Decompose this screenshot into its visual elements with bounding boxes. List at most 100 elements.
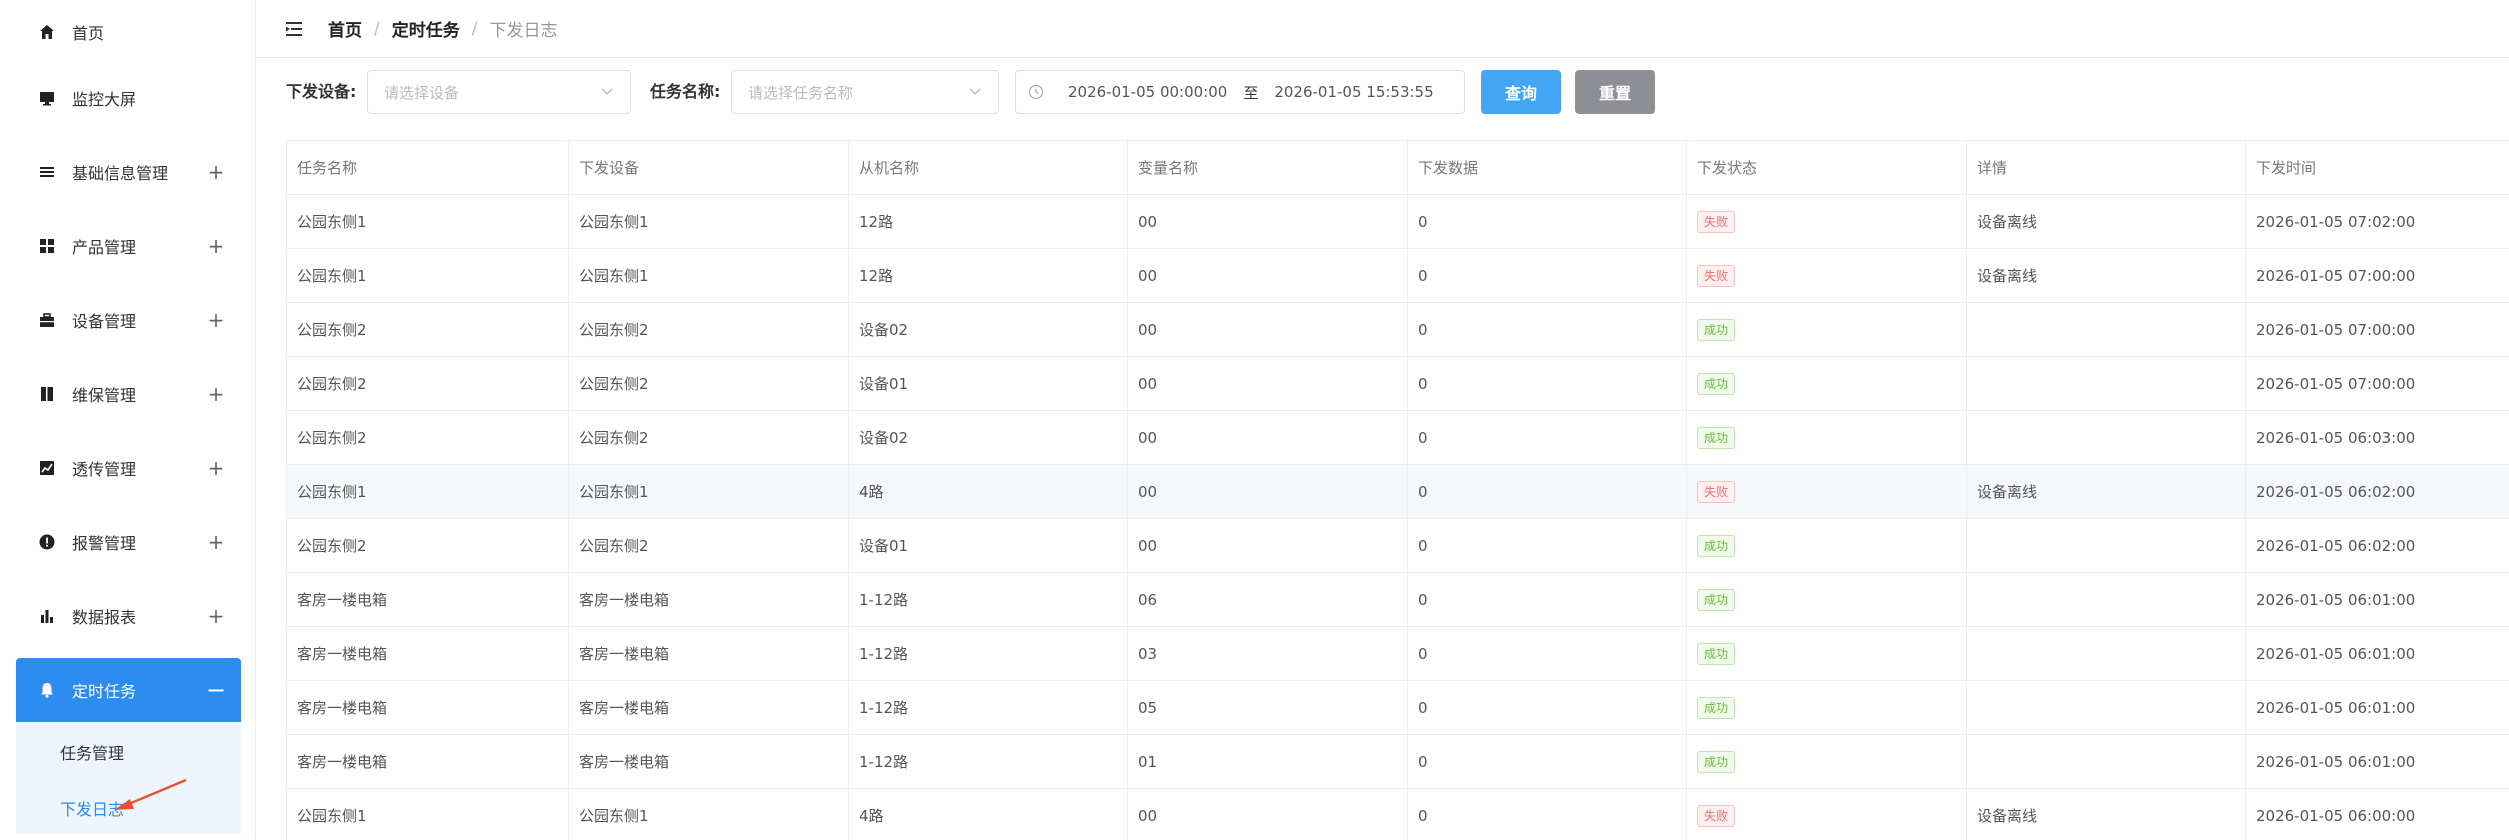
- expand-plus-icon[interactable]: +: [205, 308, 227, 332]
- cell-variable: 00: [1127, 194, 1408, 249]
- status-badge: 失败: [1697, 804, 1736, 827]
- cell-slave: 4路: [848, 464, 1128, 519]
- table-row[interactable]: 公园东侧2 公园东侧2 设备02 00 0 成功 2026-01-05 07:00:00: [286, 302, 2509, 357]
- sidebar-item-label: 数据报表: [72, 608, 137, 627]
- expand-plus-icon[interactable]: +: [205, 604, 227, 628]
- column-header: 从机名称: [848, 140, 1128, 195]
- column-header: 变量名称: [1127, 140, 1408, 195]
- table-row[interactable]: 客房一楼电箱 客房一楼电箱 1-12路 01 0 成功 2026-01-05 06:01:0…: [286, 734, 2509, 789]
- breadcrumb-section[interactable]: 定时任务: [392, 16, 460, 41]
- task-select-placeholder: 请选择任务名称: [748, 83, 854, 102]
- task-filter-label: 任务名称:: [650, 82, 721, 101]
- cell-time: 2026-01-05 06:02:00: [2245, 464, 2509, 519]
- date-start-input[interactable]: 2026-01-05 00:00:00: [1068, 83, 1227, 101]
- cell-task: 公园东侧2: [286, 410, 569, 465]
- expand-plus-icon[interactable]: +: [205, 530, 227, 554]
- cell-device: 客房一楼电箱: [568, 734, 849, 789]
- menu-toggle-icon[interactable]: [286, 19, 308, 39]
- collapse-minus-icon[interactable]: −: [205, 676, 227, 704]
- submenu-item-task-management[interactable]: 任务管理: [60, 740, 124, 764]
- sidebar-item-reports[interactable]: 数据报表 +: [16, 584, 241, 648]
- cell-status: 失败: [1686, 788, 1967, 840]
- sidebar-item-label: 产品管理: [72, 238, 137, 257]
- cell-data: 0: [1407, 356, 1687, 411]
- date-end-input[interactable]: 2026-01-05 15:53:55: [1274, 83, 1433, 101]
- cell-time: 2026-01-05 06:03:00: [2245, 410, 2509, 465]
- grid-icon: [36, 235, 58, 257]
- sidebar-item-label: 基础信息管理: [72, 164, 169, 183]
- cell-status: 成功: [1686, 302, 1967, 357]
- expand-plus-icon[interactable]: +: [205, 382, 227, 406]
- cell-variable: 00: [1127, 248, 1408, 303]
- sidebar-item-monitor[interactable]: 监控大屏: [16, 66, 241, 130]
- expand-plus-icon[interactable]: +: [205, 456, 227, 480]
- sidebar-item-maintenance[interactable]: 维保管理 +: [16, 362, 241, 426]
- table-row[interactable]: 公园东侧2 公园东侧2 设备01 00 0 成功 2026-01-05 07:00:00: [286, 356, 2509, 411]
- sidebar-item-products[interactable]: 产品管理 +: [16, 214, 241, 278]
- column-header: 下发时间: [2245, 140, 2509, 195]
- task-name-select[interactable]: 请选择任务名称: [731, 70, 999, 114]
- breadcrumb-home[interactable]: 首页: [328, 16, 362, 41]
- cell-data: 0: [1407, 680, 1687, 735]
- status-badge: 失败: [1697, 210, 1736, 233]
- cell-device: 客房一楼电箱: [568, 572, 849, 627]
- cell-time: 2026-01-05 07:02:00: [2245, 194, 2509, 249]
- device-filter-label: 下发设备:: [286, 82, 357, 101]
- sidebar-item-home[interactable]: 首页: [16, 0, 241, 64]
- cell-device: 公园东侧2: [568, 410, 849, 465]
- status-badge: 成功: [1697, 372, 1736, 395]
- cell-detail: [1966, 734, 2246, 789]
- cell-variable: 03: [1127, 626, 1408, 681]
- column-header: 下发数据: [1407, 140, 1687, 195]
- cell-variable: 00: [1127, 518, 1408, 573]
- table-row[interactable]: 公园东侧1 公园东侧1 12路 00 0 失败 设备离线 2026-01-05 07:00:0…: [286, 248, 2509, 303]
- sidebar-item-label: 报警管理: [72, 534, 137, 553]
- top-header: 首页 / 定时任务 / 下发日志: [256, 0, 2509, 58]
- cell-slave: 1-12路: [848, 680, 1128, 735]
- cell-variable: 00: [1127, 788, 1408, 840]
- cell-device: 公园东侧2: [568, 518, 849, 573]
- table-row[interactable]: 公园东侧1 公园东侧1 4路 00 0 失败 设备离线 2026-01-05 06:02:00: [286, 464, 2509, 519]
- cell-device: 公园东侧1: [568, 248, 849, 303]
- table-row[interactable]: 公园东侧1 公园东侧1 12路 00 0 失败 设备离线 2026-01-05 07:02:0…: [286, 194, 2509, 249]
- cell-slave: 4路: [848, 788, 1128, 840]
- breadcrumb-current: 下发日志: [489, 21, 558, 41]
- cell-status: 失败: [1686, 248, 1967, 303]
- table-row[interactable]: 客房一楼电箱 客房一楼电箱 1-12路 05 0 成功 2026-01-05 06:01:0…: [286, 680, 2509, 735]
- expand-plus-icon[interactable]: +: [205, 160, 227, 184]
- cell-data: 0: [1407, 788, 1687, 840]
- cell-slave: 设备01: [848, 356, 1128, 411]
- table-row[interactable]: 客房一楼电箱 客房一楼电箱 1-12路 03 0 成功 2026-01-05 06:01:0…: [286, 626, 2509, 681]
- table-row[interactable]: 公园东侧2 公园东侧2 设备02 00 0 成功 2026-01-05 06:03:00: [286, 410, 2509, 465]
- home-icon: [36, 21, 58, 43]
- expand-plus-icon[interactable]: +: [205, 234, 227, 258]
- app-window: 首页 监控大屏 基础信息管理 + 产品管理 + 设备管理 + 维保管理 + 透传…: [0, 0, 2509, 840]
- breadcrumb-separator: /: [471, 18, 478, 39]
- cell-status: 失败: [1686, 194, 1967, 249]
- cell-slave: 1-12路: [848, 572, 1128, 627]
- cell-detail: [1966, 356, 2246, 411]
- sidebar-item-scheduled-tasks[interactable]: 定时任务 −: [16, 658, 241, 722]
- sidebar-item-basic-info[interactable]: 基础信息管理 +: [16, 140, 241, 204]
- table-row[interactable]: 公园东侧1 公园东侧1 4路 00 0 失败 设备离线 2026-01-05 06:00:00: [286, 788, 2509, 840]
- date-range-picker[interactable]: 2026-01-05 00:00:00 至 2026-01-05 15:53:5…: [1015, 70, 1465, 114]
- sidebar-item-devices[interactable]: 设备管理 +: [16, 288, 241, 352]
- query-button[interactable]: 查询: [1481, 70, 1561, 114]
- cell-status: 成功: [1686, 356, 1967, 411]
- status-badge: 失败: [1697, 264, 1736, 287]
- cell-slave: 12路: [848, 194, 1128, 249]
- status-badge: 成功: [1697, 588, 1736, 611]
- cell-slave: 设备02: [848, 410, 1128, 465]
- status-badge: 成功: [1697, 642, 1736, 665]
- sidebar-item-label: 设备管理: [72, 312, 137, 331]
- cell-status: 成功: [1686, 734, 1967, 789]
- cell-detail: 设备离线: [1966, 788, 2246, 840]
- table-row[interactable]: 客房一楼电箱 客房一楼电箱 1-12路 06 0 成功 2026-01-05 06:01:0…: [286, 572, 2509, 627]
- cell-variable: 00: [1127, 464, 1408, 519]
- table-row[interactable]: 公园东侧2 公园东侧2 设备01 00 0 成功 2026-01-05 06:02:00: [286, 518, 2509, 573]
- cell-status: 失败: [1686, 464, 1967, 519]
- sidebar-item-alarms[interactable]: 报警管理 +: [16, 510, 241, 574]
- sidebar-item-passthrough[interactable]: 透传管理 +: [16, 436, 241, 500]
- device-select[interactable]: 请选择设备: [367, 70, 631, 114]
- reset-button[interactable]: 重置: [1575, 70, 1655, 114]
